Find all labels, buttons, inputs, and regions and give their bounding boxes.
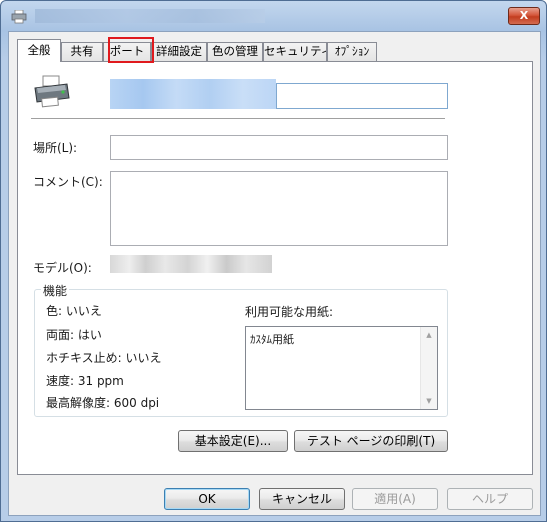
location-label: 場所(L):: [33, 141, 78, 155]
help-button[interactable]: ヘルプ: [447, 488, 533, 510]
model-value-redacted: [110, 255, 272, 273]
comment-label: コメント(C):: [33, 175, 103, 189]
cancel-button[interactable]: キャンセル: [259, 488, 345, 510]
ok-button[interactable]: OK: [164, 488, 250, 510]
printer-name-redacted: [110, 79, 276, 109]
printer-properties-window: X 全般 共有 ポート 詳細設定 色の管理 セキュリティ ｵﾌﾟｼｮﾝ 場所(L…: [0, 0, 547, 522]
printer-name-input[interactable]: [276, 83, 448, 109]
tab-security[interactable]: セキュリティ: [263, 42, 327, 61]
paper-available-label: 利用可能な用紙:: [245, 305, 334, 319]
tab-general[interactable]: 全般: [17, 39, 61, 62]
title-bar: X: [1, 1, 546, 33]
tab-options[interactable]: ｵﾌﾟｼｮﾝ: [327, 42, 377, 61]
window-title-redacted: [35, 9, 265, 23]
printer-icon: [34, 75, 70, 108]
tab-color-management[interactable]: 色の管理: [207, 42, 263, 61]
features-title: 機能: [41, 282, 70, 299]
preferences-button[interactable]: 基本設定(E)...: [178, 430, 288, 452]
scroll-up-icon[interactable]: ▲: [421, 327, 437, 343]
model-label: モデル(O):: [33, 261, 92, 275]
tab-advanced[interactable]: 詳細設定: [151, 42, 207, 61]
list-item[interactable]: ｶｽﾀﾑ用紙: [250, 331, 294, 347]
listbox-scrollbar[interactable]: ▲ ▼: [420, 327, 437, 409]
print-test-page-button[interactable]: テスト ページの印刷(T): [294, 430, 448, 452]
features-group: 機能 色: いいえ 両面: はい ホチキス止め: いいえ 速度: 31 ppm …: [34, 282, 448, 417]
close-icon: X: [519, 9, 529, 22]
location-input[interactable]: [110, 135, 448, 160]
paper-listbox[interactable]: ｶｽﾀﾑ用紙 ▲ ▼: [245, 326, 438, 410]
separator: [31, 118, 445, 119]
feature-color: 色: いいえ: [46, 304, 102, 318]
printer-icon: [11, 10, 27, 24]
feature-speed: 速度: 31 ppm: [46, 374, 124, 388]
scroll-down-icon[interactable]: ▼: [421, 393, 437, 409]
feature-resolution: 最高解像度: 600 dpi: [46, 396, 160, 410]
tab-sharing[interactable]: 共有: [61, 42, 103, 61]
tab-ports[interactable]: ポート: [103, 42, 151, 61]
feature-duplex: 両面: はい: [46, 328, 102, 342]
feature-staple: ホチキス止め: いいえ: [46, 351, 162, 365]
comment-input[interactable]: [110, 171, 448, 246]
dialog-client: 全般 共有 ポート 詳細設定 色の管理 セキュリティ ｵﾌﾟｼｮﾝ 場所(L):: [8, 31, 541, 516]
general-tab-panel: 場所(L): コメント(C): モデル(O): 機能 色: いいえ 両面: はい…: [17, 61, 533, 475]
close-button[interactable]: X: [508, 7, 540, 25]
apply-button[interactable]: 適用(A): [352, 488, 438, 510]
